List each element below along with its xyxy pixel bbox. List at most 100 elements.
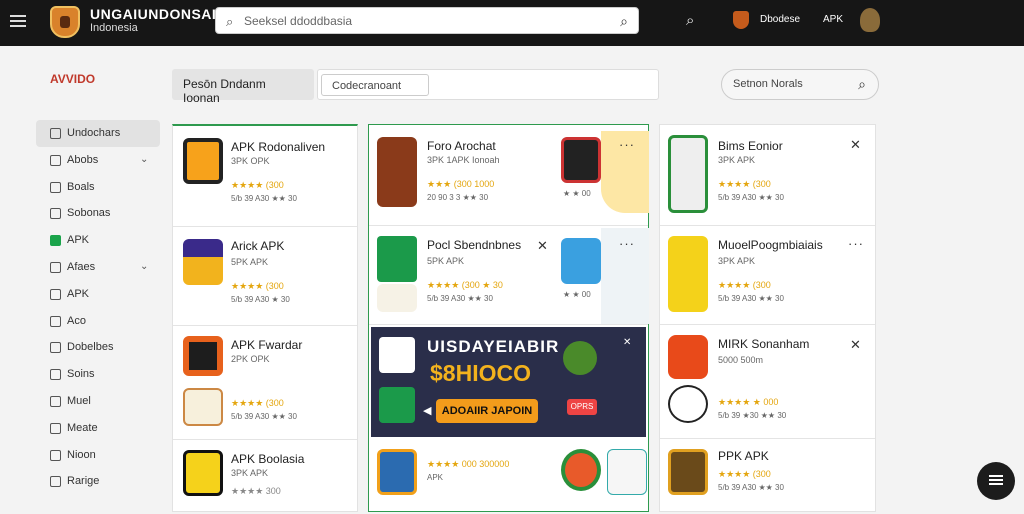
item-icon (50, 154, 61, 166)
app-meta: 5/b 39 A30 ★★ 30 (231, 194, 297, 203)
more-icon[interactable]: ··· (619, 137, 635, 152)
sub-logo[interactable]: AVVIDO (50, 72, 95, 86)
app-icon (668, 236, 708, 312)
app-icon (183, 336, 223, 376)
chevron-down-icon[interactable]: ⌄ (140, 254, 148, 280)
top-search-input[interactable]: ⌕ Seeksel ddoddbasia ⌕ (215, 7, 639, 34)
banner-app-icon (379, 337, 415, 373)
banner-character-icon (563, 341, 597, 375)
avatar[interactable] (860, 8, 880, 32)
more-icon[interactable]: ··· (619, 236, 635, 251)
item-icon (50, 288, 61, 300)
app-title: Pocl Sbendnbnes (427, 238, 522, 252)
top-link-apk[interactable]: APK (823, 14, 843, 25)
arrow-left-icon[interactable]: ◀ (423, 404, 431, 417)
app-card[interactable]: APK Rodonaliven 3PK OPK ★★★★ (300 5/b 39… (173, 126, 357, 227)
app-icon (668, 335, 708, 379)
close-icon[interactable]: ✕ (537, 238, 548, 254)
app-tag: ★ ★ 00 (563, 189, 591, 198)
banner-headline: UISDAYEIABIR (427, 337, 560, 356)
banner-price: $8HIOCO (430, 360, 531, 386)
right-search-input[interactable]: Setnon Norals ⌕ (721, 69, 879, 100)
app-subtitle: 3PK APK (718, 256, 756, 266)
sidebar-item[interactable]: Meate (36, 415, 160, 442)
banner-close-icon[interactable]: ✕ (623, 337, 631, 348)
app-subtitle: 5000 500m (718, 355, 764, 365)
app-subtitle: 5PK APK (427, 256, 465, 266)
app-card[interactable]: Arick APK 5PK APK ★★★★ (300 5/b 39 A30 ★… (173, 227, 357, 326)
sidebar-item[interactable]: APK (36, 281, 160, 308)
close-icon[interactable]: ✕ (850, 137, 861, 153)
banner-app-icon (379, 387, 415, 423)
app-card[interactable]: Bims Eonior 3PK APK ★★★★ (300 5/b 39 A30… (660, 125, 875, 226)
search-submit-icon[interactable]: ⌕ (620, 13, 628, 30)
sidebar-item[interactable]: Aco (36, 308, 160, 335)
app-card[interactable]: MIRK Sonanham 5000 500m ★★★★ ★ 000 5/b 3… (660, 325, 875, 439)
app-card[interactable]: ★★★★ 000 300000 APK (369, 439, 648, 513)
sidebar-item[interactable]: Abobs ⌄ (36, 147, 160, 174)
tab-active[interactable]: Pesōn Dndanm Ioonan (172, 69, 314, 105)
search-icon[interactable]: ⌕ (858, 76, 866, 93)
item-icon (50, 235, 61, 247)
app-meta: 5/b 39 A30 ★★ 30 (427, 294, 493, 303)
app-rating: ★★★★ (300 (231, 398, 284, 408)
app-meta: 5/b 39 A30 ★★ 30 (718, 483, 784, 492)
menu-icon[interactable] (10, 12, 26, 28)
sidebar-item[interactable]: APK (36, 227, 160, 254)
app-icon (377, 236, 417, 282)
more-icon[interactable]: ··· (848, 236, 864, 251)
app-rating: ★★★★ 300 (231, 486, 281, 496)
sidebar-item[interactable]: Undochars (36, 120, 160, 147)
sidebar-item[interactable]: Nioon (36, 442, 160, 469)
sidebar-item[interactable]: Soins (36, 361, 160, 388)
search-placeholder: Seeksel ddoddbasia (244, 14, 353, 28)
app-icon (561, 137, 601, 183)
filter-chip[interactable]: Codecranoant (321, 74, 429, 96)
sidebar-item[interactable]: Rarige (36, 468, 160, 495)
app-subtitle: 3PK APK (718, 155, 756, 165)
sidebar-item[interactable]: Boals (36, 174, 160, 201)
chevron-down-icon[interactable]: ⌄ (140, 147, 148, 173)
app-rating: ★★★★ 000 300000 (427, 459, 510, 469)
sidebar-item[interactable]: Muel (36, 388, 160, 415)
top-bar: UNGAIUNDONSAI Indonesia ⌕ Seeksel ddoddb… (0, 0, 1024, 46)
app-subtitle: 3PK APK (231, 468, 269, 478)
app-rating: ★★★★ ★ 000 (718, 397, 779, 407)
app-card[interactable]: Pocl Sbendnbnes 5PK APK ★★★★ (300 ★ 30 5… (369, 226, 649, 325)
badge-icon[interactable] (733, 11, 749, 29)
banner-cta-button[interactable]: ADOAIIR JAPOIN (436, 399, 538, 423)
app-meta: 20 90 3 3 ★★ 30 (427, 193, 489, 202)
sidebar-item[interactable]: Dobelbes (36, 334, 160, 361)
close-icon[interactable]: ✕ (850, 337, 861, 353)
sidebar-item[interactable]: Sobonas (36, 200, 160, 227)
brand-subtitle: Indonesia (90, 22, 138, 34)
floating-action-button[interactable] (977, 462, 1015, 500)
app-icon (668, 135, 708, 213)
app-icon (183, 388, 223, 426)
app-title: Arick APK (231, 239, 285, 253)
app-rating: ★★★★ (300 (718, 179, 771, 189)
app-meta: APK (427, 473, 444, 482)
app-rating: ★★★★ (300 (231, 281, 284, 291)
sidebar: Undochars Abobs ⌄ Boals Sobonas APK Afaes… (36, 120, 160, 495)
app-icon (377, 137, 417, 207)
app-rating: ★★★★ (300 (231, 180, 284, 190)
app-title: APK Boolasia (231, 452, 305, 466)
filter-input[interactable]: Codecranoant (317, 69, 659, 100)
item-icon (50, 342, 61, 354)
brand-logo-icon[interactable] (50, 6, 80, 38)
app-card[interactable]: APK Boolasia 3PK APK ★★★★ 300 (173, 440, 357, 514)
app-card[interactable]: APK Fwardar 2PK OPK ★★★★ (300 5/b 39 A30… (173, 326, 357, 440)
top-link[interactable]: Dbodese (760, 14, 800, 25)
app-rating: ★★★★ (300 (718, 280, 771, 290)
sidebar-item[interactable]: Afaes ⌄ (36, 254, 160, 281)
item-icon (50, 395, 61, 407)
app-title: MuoelPoogmbiaiais (718, 238, 823, 252)
search-icon[interactable]: ⌕ (686, 12, 694, 29)
app-card[interactable]: Foro Arochat 3PK 1APK Ionoah ★★★ (300 10… (369, 125, 649, 226)
app-card[interactable]: MuoelPoogmbiaiais 3PK APK ★★★★ (300 5/b … (660, 226, 875, 325)
app-card[interactable]: PPK APK ★★★★ (300 5/b 39 A30 ★★ 30 (660, 439, 875, 513)
item-icon (50, 261, 61, 273)
app-icon (183, 138, 223, 184)
item-icon (50, 369, 61, 381)
